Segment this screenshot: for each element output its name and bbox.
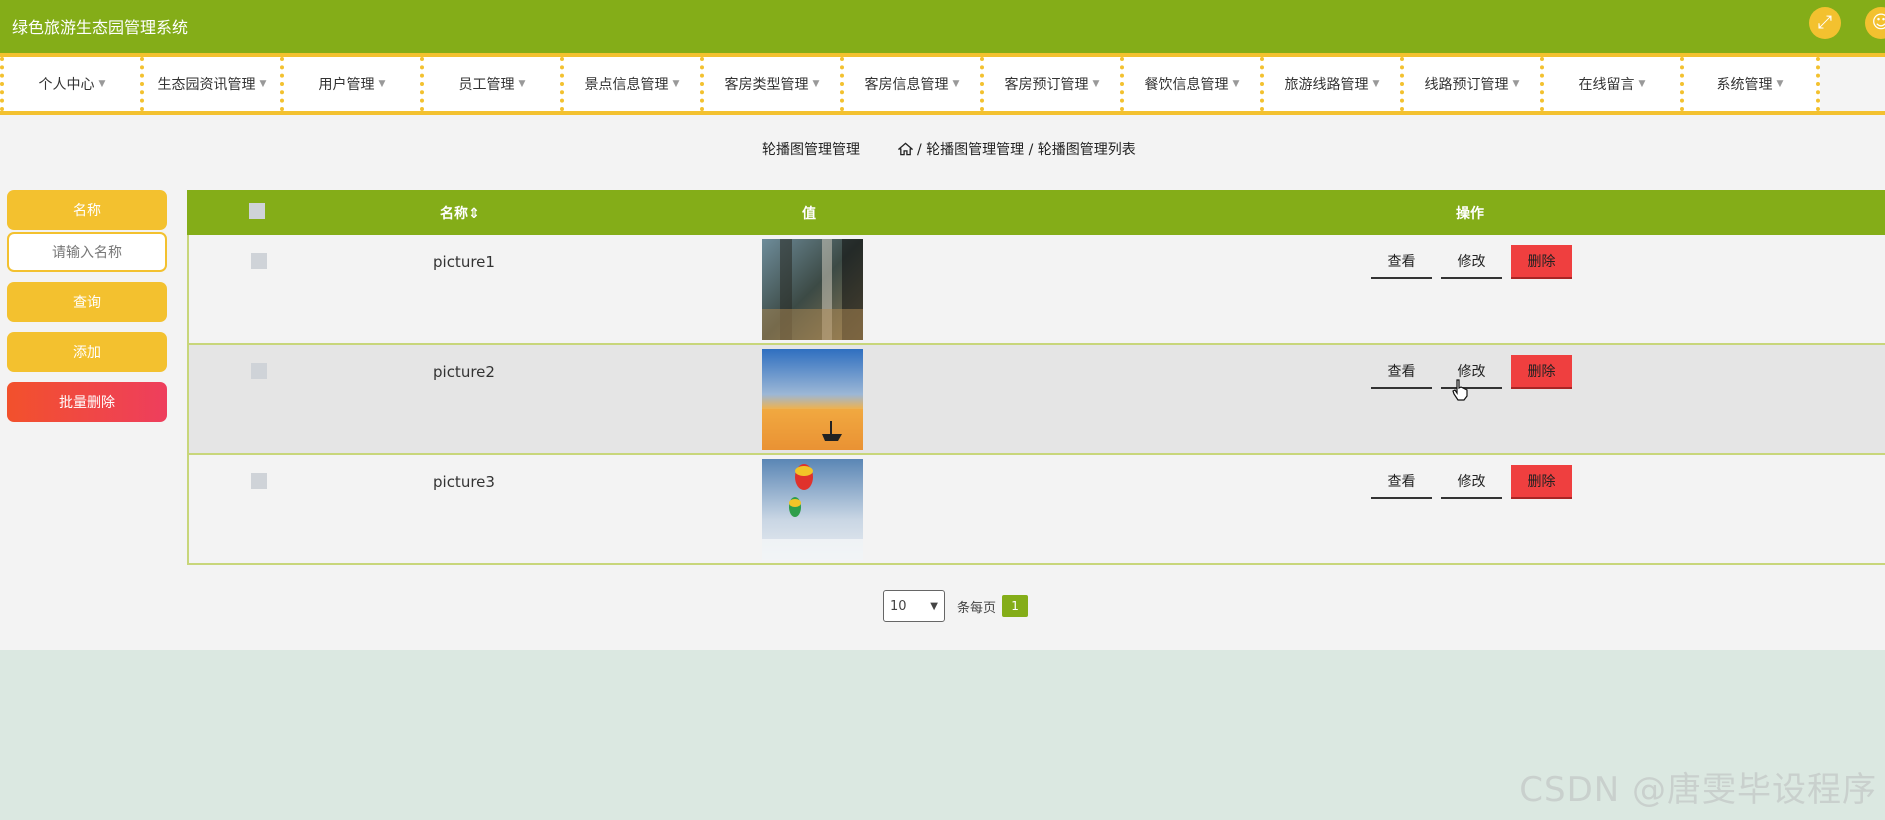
per-page-label: 条每页 [957, 600, 997, 616]
batch-delete-button[interactable]: 批量删除 [7, 382, 167, 422]
delete-button[interactable]: 删除 [1511, 465, 1572, 499]
nav-item-rooms[interactable]: 客房信息管理 ▼ [840, 57, 980, 111]
view-button[interactable]: 查看 [1371, 465, 1432, 499]
page-title: 轮播图管理管理 [762, 142, 860, 158]
nav-item-staff[interactable]: 员工管理 ▼ [420, 57, 560, 111]
chevron-down-icon: ▼ [952, 79, 960, 89]
carousel-image-thumbnail [762, 349, 863, 450]
chevron-down-icon: ▼ [518, 79, 526, 89]
query-button[interactable]: 查询 [7, 282, 167, 322]
page-button-current[interactable]: 1 [1002, 595, 1029, 617]
row-name: picture1 [433, 253, 495, 271]
row-checkbox[interactable] [251, 253, 267, 269]
add-button[interactable]: 添加 [7, 332, 167, 372]
user-icon[interactable]: ☺ [1865, 7, 1885, 39]
watermark: CSDN @唐雯毕设程序 [1519, 770, 1877, 810]
chevron-down-icon: ▼ [1372, 79, 1380, 89]
data-table: 名称⇕ 值 操作 picture1 查看 修改 删除 picture2 查看 修… [187, 190, 1885, 565]
nav-item-dining[interactable]: 餐饮信息管理 ▼ [1120, 57, 1260, 111]
breadcrumb: / 轮播图管理管理 / 轮播图管理列表 [898, 139, 1136, 159]
nav-item-users[interactable]: 用户管理 ▼ [280, 57, 420, 111]
row-checkbox[interactable] [251, 363, 267, 379]
nav-item-news[interactable]: 生态园资讯管理 ▼ [140, 57, 280, 111]
search-label: 名称 [7, 190, 167, 230]
view-button[interactable]: 查看 [1371, 245, 1432, 279]
edit-button[interactable]: 修改 [1441, 245, 1502, 279]
nav-item-route-bookings[interactable]: 线路预订管理 ▼ [1400, 57, 1540, 111]
chevron-down-icon: ▼ [672, 79, 680, 89]
chevron-down-icon: ▼ [812, 79, 820, 89]
column-header-value: 值 [802, 206, 816, 222]
select-all-checkbox[interactable] [249, 203, 265, 219]
fullscreen-icon[interactable]: ⤢ [1809, 7, 1841, 39]
nav-item-messages[interactable]: 在线留言 ▼ [1540, 57, 1680, 111]
carousel-image-thumbnail [762, 459, 863, 560]
nav-item-scenic-spots[interactable]: 景点信息管理 ▼ [560, 57, 700, 111]
chevron-down-icon: ▼ [1092, 79, 1100, 89]
nav-item-routes[interactable]: 旅游线路管理 ▼ [1260, 57, 1400, 111]
page-size-select[interactable]: 10 ▼ [883, 590, 945, 622]
chevron-down-icon: ▼ [1512, 79, 1520, 89]
chevron-down-icon: ▼ [930, 600, 938, 612]
nav-item-system[interactable]: 系统管理 ▼ [1680, 57, 1820, 111]
top-bar: 绿色旅游生态园管理系统 ⤢ ☺ [0, 0, 1885, 57]
row-checkbox[interactable] [251, 473, 267, 489]
nav-item-personal-center[interactable]: 个人中心 ▼ [0, 57, 140, 111]
pagination: 10 ▼ 条每页 1 [883, 590, 1029, 622]
table-header: 名称⇕ 值 操作 [187, 190, 1885, 235]
row-name: picture3 [433, 473, 495, 491]
table-row: picture3 查看 修改 删除 [187, 455, 1885, 565]
nav-item-room-bookings[interactable]: 客房预订管理 ▼ [980, 57, 1120, 111]
column-header-actions: 操作 [1456, 206, 1484, 222]
chevron-down-icon: ▼ [1776, 79, 1784, 89]
home-icon[interactable] [898, 142, 913, 156]
app-title: 绿色旅游生态园管理系统 [12, 18, 189, 37]
chevron-down-icon: ▼ [378, 79, 386, 89]
carousel-image-thumbnail [762, 239, 863, 340]
chevron-down-icon: ▼ [259, 79, 267, 89]
main-nav: 个人中心 ▼ 生态园资讯管理 ▼ 用户管理 ▼ 员工管理 ▼ 景点信息管理 ▼ 客房类型管… [0, 57, 1885, 115]
delete-button[interactable]: 删除 [1511, 245, 1572, 279]
delete-button[interactable]: 删除 [1511, 355, 1572, 389]
chevron-down-icon: ▼ [1638, 79, 1646, 89]
chevron-down-icon: ▼ [98, 79, 106, 89]
search-input[interactable]: 请输入名称 [7, 232, 167, 272]
table-row: picture2 查看 修改 删除 [187, 345, 1885, 455]
view-button[interactable]: 查看 [1371, 355, 1432, 389]
sort-icon: ⇕ [468, 206, 480, 222]
column-header-name[interactable]: 名称⇕ [440, 203, 480, 223]
edit-button[interactable]: 修改 [1441, 465, 1502, 499]
row-name: picture2 [433, 363, 495, 381]
table-row: picture1 查看 修改 删除 [187, 235, 1885, 345]
chevron-down-icon: ▼ [1232, 79, 1240, 89]
mouse-cursor-icon [1452, 379, 1468, 401]
content-area: 轮播图管理管理 / 轮播图管理管理 / 轮播图管理列表 名称 请输入名称 查询 … [0, 115, 1885, 650]
nav-item-room-types[interactable]: 客房类型管理 ▼ [700, 57, 840, 111]
